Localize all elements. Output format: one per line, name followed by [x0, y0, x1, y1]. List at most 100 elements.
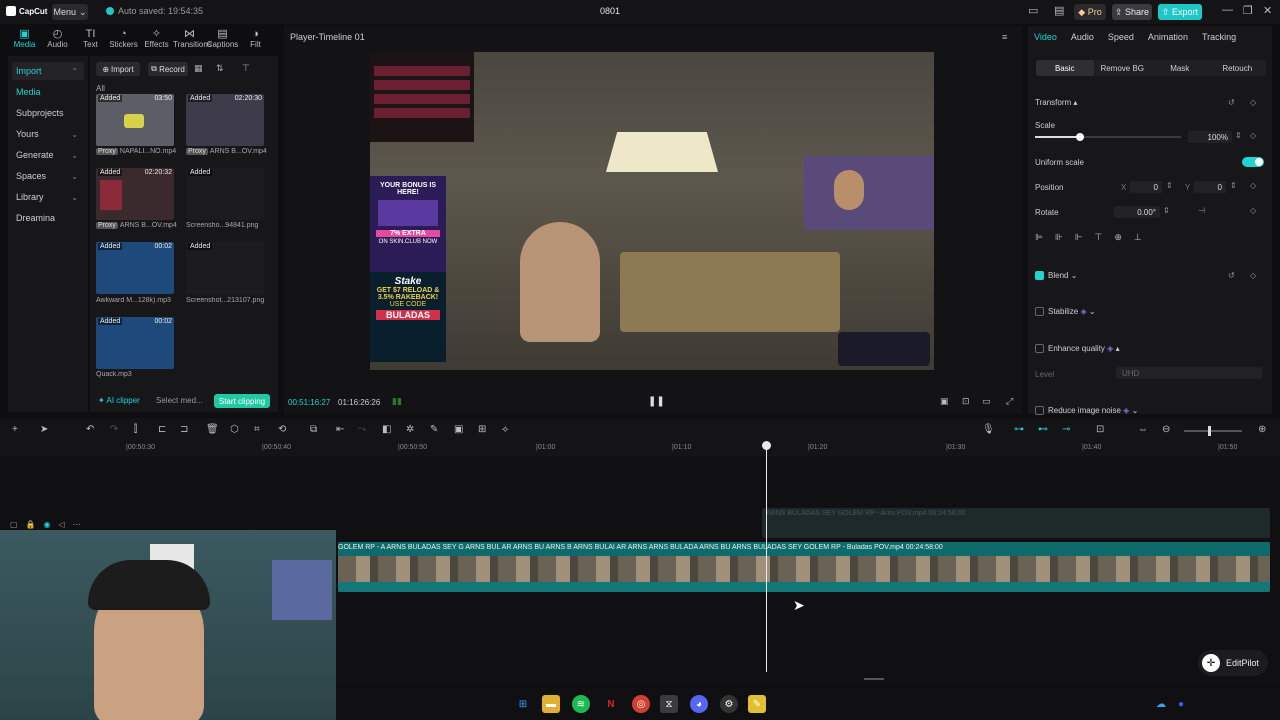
freeze-icon[interactable]: ⧉ — [310, 424, 317, 435]
stepper-icon[interactable]: ⇕ — [1166, 181, 1173, 190]
reset-icon[interactable]: ↺ — [1228, 271, 1235, 280]
start-clipping-button[interactable]: Start clipping — [214, 394, 270, 408]
flip-icon[interactable]: ⊣ — [1198, 206, 1205, 215]
media-thumb[interactable]: Added — [186, 242, 264, 294]
select-media-field[interactable]: Select med... — [156, 396, 203, 405]
uniform-scale-toggle[interactable] — [1242, 157, 1264, 167]
ai-tool-icon[interactable]: ✲ — [406, 424, 414, 435]
fit-timeline-icon[interactable]: ⇔ — [1138, 424, 1148, 435]
tab-transitions[interactable]: ⋈ Transitions — [173, 26, 212, 52]
export-frame-icon[interactable]: ⊞ — [478, 424, 486, 435]
magnet-icon[interactable]: ⊷ — [1038, 424, 1048, 435]
enhance-quality-checkbox[interactable] — [1035, 344, 1044, 353]
close-icon[interactable]: ✕ — [1263, 4, 1272, 17]
stepper-icon[interactable]: ⇕ — [1163, 206, 1170, 215]
video-preview[interactable]: YOUR BONUS IS HERE! 7% EXTRA ON SKIN.CLU… — [370, 52, 934, 370]
split-icon[interactable]: ⫿ — [134, 424, 137, 435]
add-track-icon[interactable]: + — [12, 424, 18, 435]
tab-filters[interactable]: ◑ Filt — [239, 26, 272, 52]
split-right-icon[interactable]: ⊐ — [180, 424, 188, 435]
onedrive-icon[interactable]: ☁ — [1152, 695, 1170, 713]
tab-tracking[interactable]: Tracking — [1202, 32, 1236, 46]
media-thumb[interactable]: Added 02:20:30 — [186, 94, 264, 146]
file-explorer-icon[interactable]: ▬ — [542, 695, 560, 713]
keyframe-icon[interactable]: ◇ — [1250, 131, 1256, 140]
nav-generate[interactable]: Generate ⌄ — [12, 146, 84, 164]
visibility-icon[interactable]: ◉ — [44, 520, 51, 529]
tab-audio[interactable]: ◴ Audio — [41, 26, 74, 52]
record-button[interactable]: ⧉ Record — [148, 62, 188, 76]
align-right-icon[interactable]: ⊩ — [1075, 232, 1083, 246]
tab-video[interactable]: Video — [1034, 32, 1057, 46]
nav-library[interactable]: Library ⌄ — [12, 188, 84, 206]
tab-media[interactable]: ▣ Media — [8, 26, 41, 52]
share-button[interactable]: ⇪ Share — [1112, 4, 1152, 20]
main-video-clip[interactable]: GOLEM RP - A ARNS BULADAS SEY G ARNS BUL… — [338, 542, 1270, 592]
mirror-icon[interactable]: ⟲ — [278, 424, 286, 435]
more-icon[interactable]: ⋯ — [73, 520, 81, 529]
fit-icon[interactable]: ⊡ — [962, 396, 970, 407]
chrome-icon[interactable]: ◎ — [632, 695, 650, 713]
ai-clipper-button[interactable]: ✦ AI clipper — [98, 396, 140, 405]
nav-media[interactable]: Media — [12, 83, 84, 101]
filter-all[interactable]: All — [96, 84, 105, 93]
split-left-icon[interactable]: ⊏ — [158, 424, 166, 435]
tab-captions[interactable]: ▤ Captions — [206, 26, 239, 52]
microphone-icon[interactable]: 🎙 — [982, 424, 995, 435]
delete-icon[interactable]: 🗑 — [206, 424, 219, 435]
layout-icon[interactable]: ▭ — [1028, 4, 1038, 17]
blend-checkbox[interactable] — [1035, 271, 1044, 280]
align-left-icon[interactable]: ⊫ — [1035, 232, 1043, 246]
keyframe-icon[interactable]: ◇ — [1250, 98, 1256, 107]
clip-ghost-track[interactable]: ARNS BULADAS SEY GOLEM RP - Arns POV.mp4… — [762, 508, 1270, 538]
tray-icon[interactable]: ● — [1172, 695, 1190, 713]
import-button[interactable]: ⊕ Import — [96, 62, 140, 76]
nav-import[interactable]: Import ⌃ — [12, 62, 84, 80]
reverse-icon[interactable]: ⇤ — [336, 424, 344, 435]
notes-icon[interactable]: ✎ — [748, 695, 766, 713]
timeline-ruler[interactable]: |00:50:30 |00:50:40 |00:50:50 |01:00 |01… — [0, 442, 1280, 456]
ratio-icon[interactable]: ▭ — [982, 396, 991, 407]
align-middle-icon[interactable]: ⊕ — [1114, 232, 1122, 246]
filter-icon[interactable]: ⊤ — [242, 63, 250, 74]
position-y-field[interactable]: 0 — [1194, 181, 1226, 193]
keyframe-icon[interactable]: ◇ — [1250, 206, 1256, 215]
fullscreen-icon[interactable]: ⤢ — [1006, 396, 1013, 407]
level-select[interactable]: UHD — [1116, 367, 1262, 379]
position-x-field[interactable]: 0 — [1130, 181, 1162, 193]
tab-effects[interactable]: ✧ Effects — [140, 26, 173, 52]
netflix-icon[interactable]: N — [602, 695, 620, 713]
resize-icon[interactable]: ▣ — [454, 424, 463, 435]
menu-button[interactable]: Menu ⌄ — [52, 4, 88, 20]
scale-value-field[interactable]: 100% — [1188, 131, 1232, 143]
link-icon[interactable]: ⊸ — [1062, 424, 1070, 435]
nav-yours[interactable]: Yours ⌄ — [12, 125, 84, 143]
preview-axis-icon[interactable]: ⊡ — [1096, 424, 1104, 435]
editpilot-button[interactable]: ✛ EditPilot — [1198, 650, 1268, 676]
minimize-icon[interactable]: — — [1222, 4, 1233, 16]
smart-cut-icon[interactable]: ⟡ — [502, 424, 509, 435]
reduce-noise-checkbox[interactable] — [1035, 406, 1044, 415]
quality-icon[interactable]: ▣ — [940, 396, 949, 407]
tab-animation[interactable]: Animation — [1148, 32, 1188, 46]
tab-text[interactable]: TI Text — [74, 26, 107, 52]
crop-icon[interactable]: ⌗ — [254, 424, 260, 435]
media-thumb[interactable]: Added 02:20:32 — [96, 168, 174, 220]
keyframe-icon[interactable]: ◇ — [1250, 181, 1256, 190]
grid-icon[interactable]: ▦ — [194, 63, 203, 74]
align-bottom-icon[interactable]: ⊥ — [1134, 232, 1142, 246]
stabilize-checkbox[interactable] — [1035, 307, 1044, 316]
timeline-scrollbar[interactable] — [864, 678, 884, 680]
tab-speed[interactable]: Speed — [1108, 32, 1134, 46]
panel-icon[interactable]: ▤ — [1054, 4, 1064, 17]
tab-audio[interactable]: Audio — [1071, 32, 1094, 46]
spotify-icon[interactable]: ≋ — [572, 695, 590, 713]
audio-detach-icon[interactable]: ◧ — [382, 424, 391, 435]
select-tool-icon[interactable]: ➤ — [40, 424, 48, 435]
cover-icon[interactable]: ▢ — [10, 520, 18, 529]
redo-icon[interactable]: ↷ — [110, 424, 118, 435]
media-thumb[interactable]: Added — [186, 168, 264, 220]
maximize-icon[interactable]: ❐ — [1243, 4, 1253, 17]
mark-icon[interactable]: ⬡ — [230, 424, 239, 435]
align-center-icon[interactable]: ⊪ — [1055, 232, 1063, 246]
